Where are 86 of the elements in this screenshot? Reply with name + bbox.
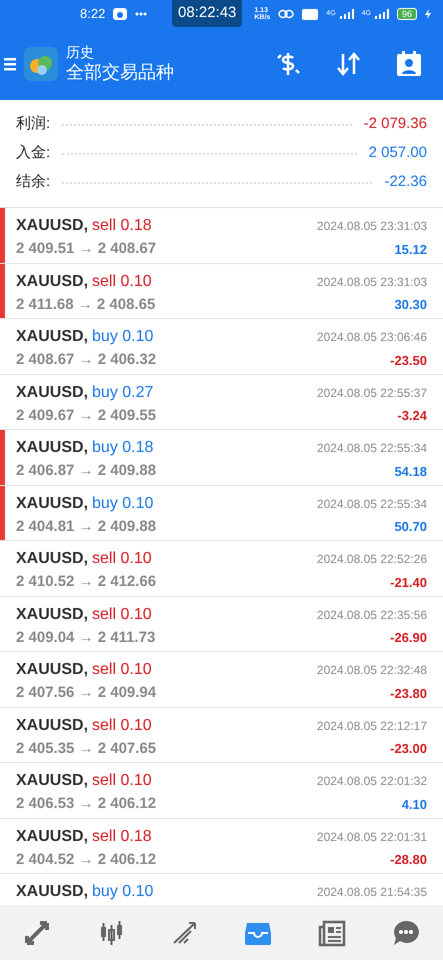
price-range: 2 410.52 → 2 412.66 — [16, 572, 156, 592]
trade-profit: 4.10 — [402, 796, 427, 814]
app-logo-icon — [24, 47, 58, 81]
price-range: 2 408.67 → 2 406.32 — [16, 350, 156, 370]
trade-time: 2024.08.05 23:06:46 — [316, 329, 427, 346]
link-icon — [278, 9, 294, 19]
trade-time: 2024.08.05 22:01:31 — [316, 828, 427, 846]
symbol: XAUUSD, — [16, 882, 88, 902]
price-range: 2 404.52 → 2 406.12 — [16, 850, 156, 870]
price-range: 2 407.56 → 2 409.94 — [16, 683, 156, 703]
calendar-person-icon — [395, 50, 423, 78]
symbol: XAUUSD, — [16, 716, 88, 736]
trade-profit: 15.12 — [394, 240, 427, 258]
symbol: XAUUSD, — [16, 494, 88, 514]
trade-action: sell 0.18 — [92, 826, 152, 846]
trade-profit: 50.70 — [394, 518, 427, 536]
menu-icon — [4, 57, 16, 71]
symbol: XAUUSD, — [16, 826, 88, 846]
trade-action: sell 0.10 — [92, 716, 152, 736]
trade-time: 2024.08.05 23:31:03 — [316, 274, 427, 290]
trade-profit: -28.80 — [390, 851, 427, 869]
trade-time: 2024.08.05 22:55:34 — [316, 440, 427, 457]
trade-action: sell 0.10 — [92, 771, 152, 791]
news-icon — [318, 918, 346, 946]
charging-icon — [425, 9, 431, 19]
trade-action: sell 0.10 — [92, 604, 152, 624]
price-range: 2 405.35 → 2 407.65 — [16, 738, 156, 758]
price-range: 2 409.04 → 2 411.73 — [16, 628, 156, 648]
header-title: 全部交易品种 — [66, 61, 174, 84]
summary-label: 结余: — [16, 172, 50, 192]
trade-profit: -21.40 — [390, 574, 427, 592]
battery: 96 — [396, 8, 417, 20]
trade-action: buy 0.10 — [92, 882, 154, 902]
status-time: 8:22 — [80, 5, 106, 24]
price-range: 2 406.87 → 2 409.88 — [16, 461, 156, 481]
symbol: XAUUSD, — [16, 771, 88, 791]
symbol: XAUUSD, — [16, 438, 88, 458]
price-range: 2 409.51 → 2 408.67 — [16, 239, 156, 259]
symbol: XAUUSD, — [16, 604, 88, 624]
summary-value: -22.36 — [384, 172, 427, 192]
price-range: 2 409.67 → 2 409.55 — [16, 406, 156, 426]
symbol: XAUUSD, — [16, 660, 88, 680]
summary-label: 利润: — [16, 114, 50, 134]
trade-profit: -23.80 — [390, 684, 427, 702]
trade-profit: -23.50 — [390, 352, 427, 370]
trade-profit: 30.30 — [394, 296, 427, 314]
trade-action: buy 0.18 — [92, 438, 154, 458]
trade-time: 2024.08.05 22:52:26 — [316, 551, 427, 568]
price-range: 2 411.68 → 2 408.65 — [16, 294, 156, 314]
trade-profit: -3.24 — [397, 407, 427, 425]
trade-action: buy 0.27 — [92, 382, 154, 402]
trade-profit: -23.00 — [390, 740, 427, 758]
price-range: 2 406.53 → 2 406.12 — [16, 794, 156, 814]
summary-value: 2 057.00 — [368, 143, 427, 164]
trade-action: sell 0.10 — [92, 549, 152, 569]
trade-action: sell 0.18 — [92, 216, 152, 236]
clock-overlay: 08:22:43 — [172, 0, 242, 26]
trade-time: 2024.08.05 22:32:48 — [316, 662, 427, 679]
more-icon — [135, 12, 148, 16]
symbol: XAUUSD, — [16, 272, 88, 292]
trade-time: 2024.08.05 22:35:56 — [316, 606, 427, 624]
trade-time: 2024.08.05 22:55:37 — [316, 384, 427, 402]
trade-profit: -26.90 — [390, 629, 427, 647]
header-subtitle: 历史 — [66, 44, 95, 60]
summary-label: 入金: — [16, 143, 50, 164]
trade-time: 2024.08.05 22:01:32 — [316, 773, 427, 790]
price-range: 2 404.81 → 2 409.88 — [16, 516, 156, 536]
trade-action: buy 0.10 — [92, 494, 154, 514]
symbol: XAUUSD, — [16, 216, 88, 236]
signal-icon — [374, 9, 389, 20]
signal-icon — [340, 9, 354, 20]
trade-profit: 54.18 — [394, 462, 427, 480]
trade-time: 2024.08.05 23:31:03 — [316, 218, 427, 235]
trade-time: 2024.08.05 22:12:17 — [316, 718, 427, 734]
summary-value: -2 079.36 — [364, 114, 427, 134]
quotes-icon — [22, 918, 51, 946]
trade-action: sell 0.10 — [92, 660, 152, 680]
trade-action: buy 0.10 — [92, 327, 154, 347]
chat-icon — [392, 918, 420, 946]
trade-action: sell 0.10 — [92, 272, 152, 292]
trade-time: 2024.08.05 21:54:35 — [316, 884, 427, 901]
symbol: XAUUSD, — [16, 549, 88, 569]
trade-time: 2024.08.05 22:55:34 — [316, 496, 427, 512]
symbol: XAUUSD, — [16, 382, 88, 402]
symbol: XAUUSD, — [16, 327, 88, 347]
sort-icon — [335, 50, 363, 78]
